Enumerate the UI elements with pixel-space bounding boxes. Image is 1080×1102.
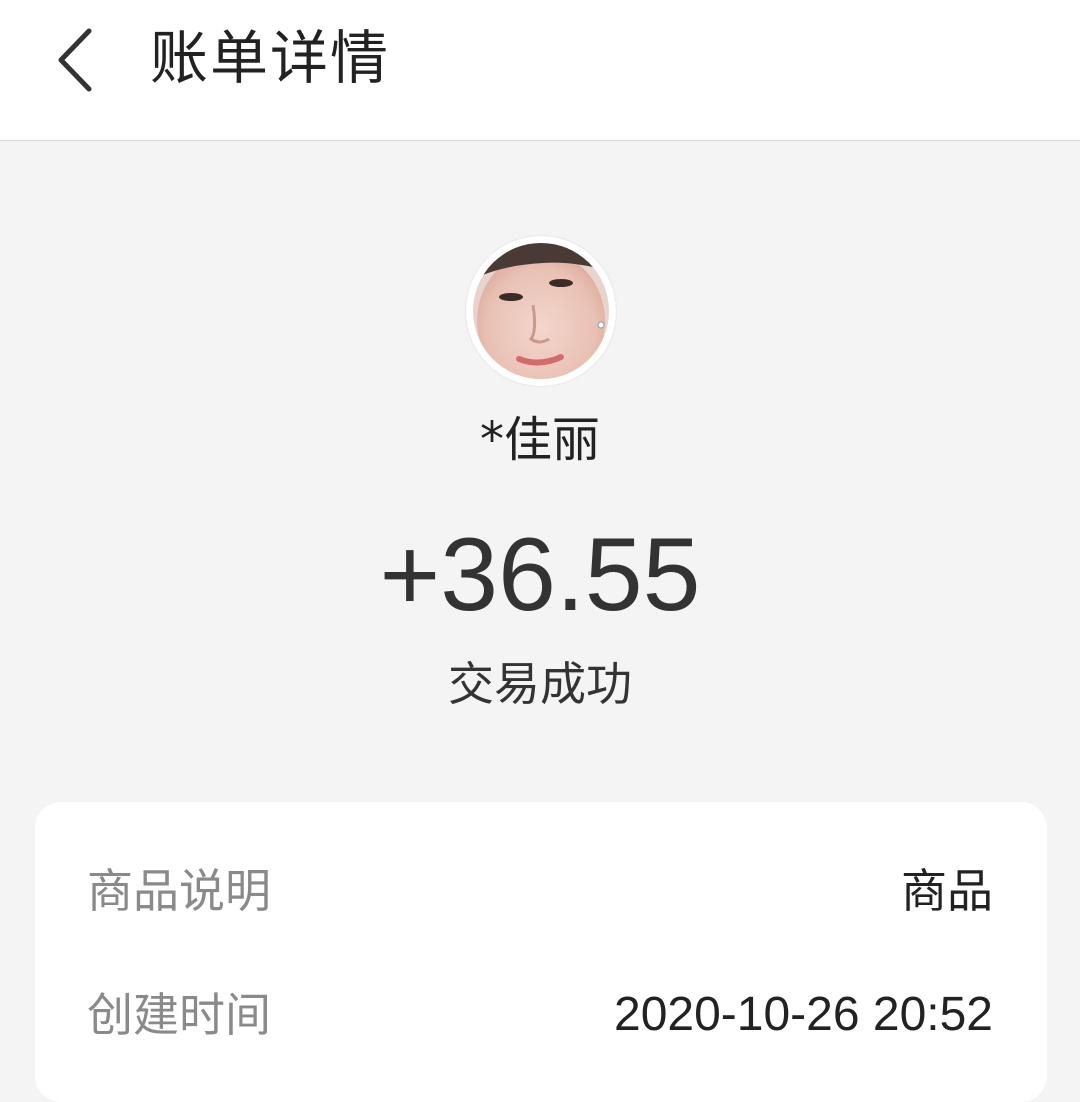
detail-label: 商品说明: [87, 864, 271, 918]
payer-avatar: [466, 236, 616, 386]
detail-label: 创建时间: [87, 988, 271, 1042]
transaction-amount: +36.55: [379, 517, 701, 633]
detail-value: 商品: [901, 864, 993, 918]
back-button[interactable]: [40, 20, 110, 100]
top-bar: 账单详情: [0, 0, 1080, 141]
payer-name: *佳丽: [479, 412, 600, 468]
detail-row-created-time: 创建时间 2020-10-26 20:52: [35, 980, 1047, 1050]
chevron-left-icon: [58, 28, 92, 92]
avatar: [473, 243, 609, 379]
detail-value: 2020-10-26 20:52: [614, 988, 993, 1041]
detail-row-description: 商品说明 商品: [35, 856, 1047, 926]
avatar-photo-icon: [473, 243, 609, 379]
transaction-status: 交易成功: [448, 657, 632, 711]
details-card: 商品说明 商品 创建时间 2020-10-26 20:52: [35, 802, 1047, 1102]
page-title: 账单详情: [150, 24, 391, 92]
